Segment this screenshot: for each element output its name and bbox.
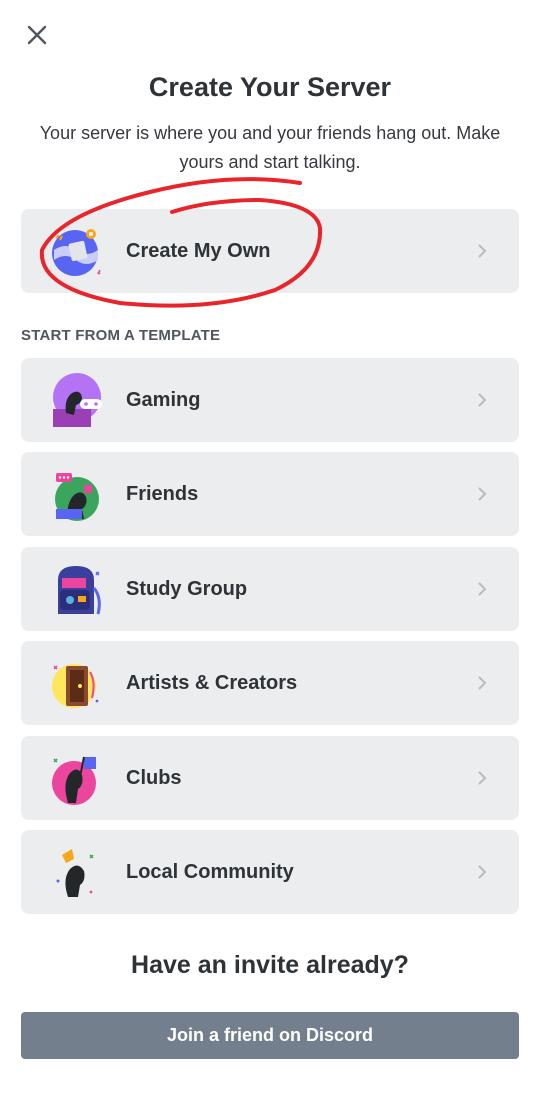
template-label: Gaming (126, 388, 201, 411)
friends-illustration-icon (46, 463, 108, 525)
template-gaming[interactable]: Gaming (21, 358, 519, 442)
template-artists-creators[interactable]: Artists & Creators (21, 641, 519, 725)
chevron-right-icon (473, 580, 491, 598)
template-label: Clubs (126, 766, 182, 789)
template-label: Artists & Creators (126, 671, 298, 694)
chevron-right-icon (473, 242, 491, 260)
template-label: Friends (126, 482, 199, 505)
template-friends[interactable]: Friends (21, 452, 519, 536)
globe-illustration-icon (46, 220, 108, 282)
chevron-right-icon (473, 863, 491, 881)
template-local-community[interactable]: Local Community (21, 830, 519, 914)
create-my-own-label: Create My Own (126, 239, 271, 262)
close-button[interactable] (22, 20, 52, 50)
chevron-right-icon (473, 674, 491, 692)
community-illustration-icon (46, 841, 108, 903)
create-my-own-button[interactable]: Create My Own (21, 209, 519, 293)
template-label: Study Group (126, 577, 248, 600)
page-title: Create Your Server (148, 72, 392, 102)
template-study-group[interactable]: Study Group (21, 547, 519, 631)
chevron-right-icon (473, 485, 491, 503)
join-friend-button[interactable]: Join a friend on Discord (21, 1012, 519, 1059)
template-label: Local Community (126, 860, 294, 883)
backpack-illustration-icon (46, 558, 108, 620)
gaming-illustration-icon (46, 369, 108, 431)
template-section-label: START FROM A TEMPLATE (21, 327, 221, 344)
chevron-right-icon (473, 391, 491, 409)
invite-heading: Have an invite already? (131, 951, 409, 979)
page-subtitle: Your server is where you and your friend… (39, 123, 501, 172)
close-icon (27, 25, 47, 45)
chevron-right-icon (473, 769, 491, 787)
template-clubs[interactable]: Clubs (21, 736, 519, 820)
artists-illustration-icon (46, 652, 108, 714)
clubs-illustration-icon (46, 747, 108, 809)
